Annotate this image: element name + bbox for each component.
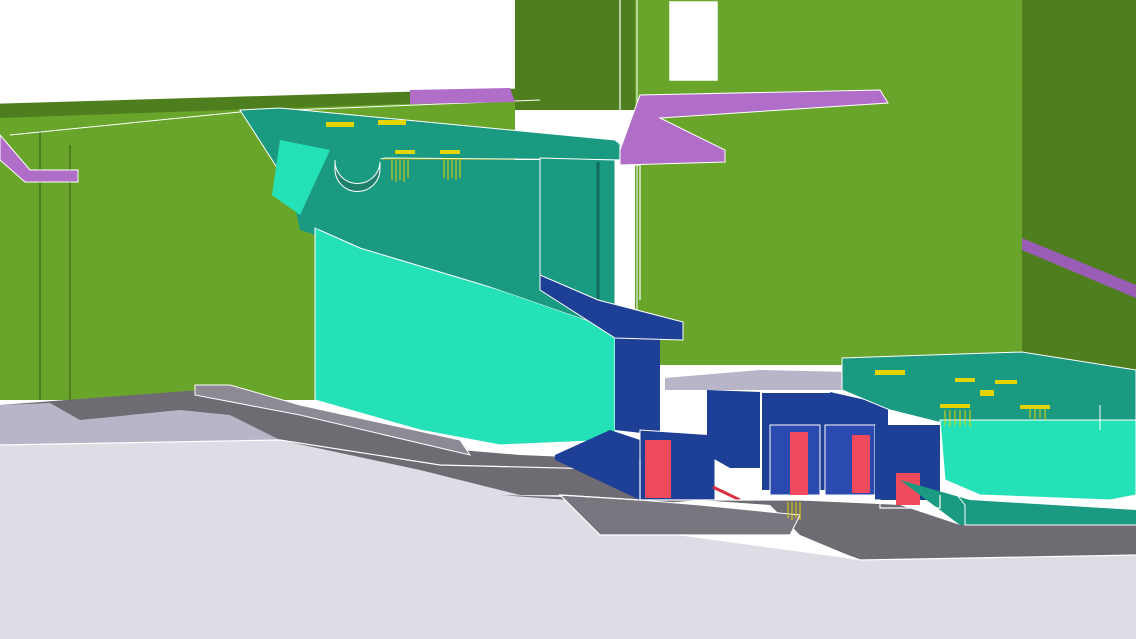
blue-box-2 (707, 390, 760, 468)
green-tower-left-face (515, 0, 635, 110)
green-right-column (1022, 0, 1136, 410)
blue-column-left (615, 330, 660, 435)
red-unit-3 (852, 435, 870, 493)
purple-beam-center (410, 88, 515, 104)
tower-opening (669, 1, 718, 81)
teal-unit-right-front (939, 419, 1136, 501)
red-unit-2 (790, 432, 808, 495)
green-back-wall-right (635, 85, 1022, 365)
model-viewport[interactable] (0, 0, 1136, 639)
model-canvas[interactable] (0, 0, 1136, 639)
red-unit-1 (645, 440, 671, 498)
